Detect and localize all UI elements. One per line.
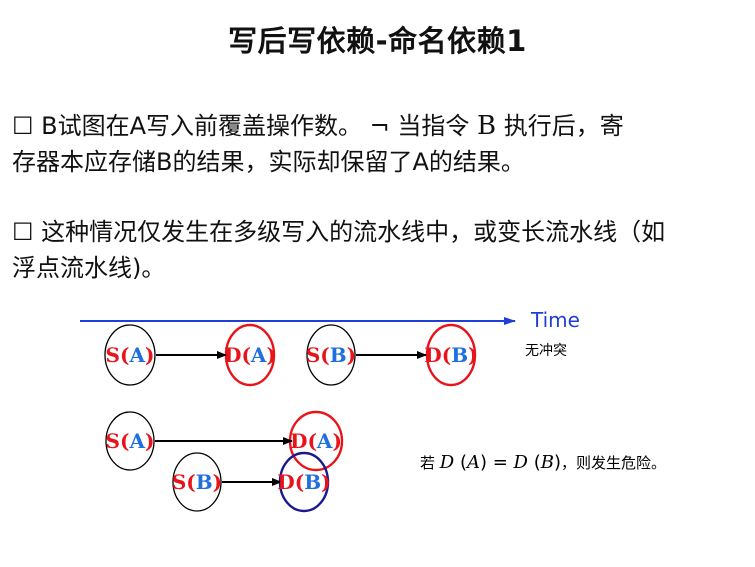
time-label: Time <box>530 308 580 332</box>
stage-label-d-a-2: D(A) <box>290 429 342 453</box>
stage-label-d-b-3: D(B) <box>277 470 330 494</box>
stage-label-s-b-3: S(B) <box>172 470 222 494</box>
hazard-condition-text: 若 D (A) = D (B)，则发生危险。 <box>420 452 666 473</box>
stage-label-s-a: S(A) <box>106 343 155 367</box>
no-conflict-label: 无冲突 <box>525 343 567 359</box>
stage-label-s-a-2: S(A) <box>106 429 155 453</box>
waw-timing-diagram: Time S(A) D(A) S(B) D(B) 无冲突 S(A) D(A) S… <box>80 308 666 513</box>
stage-label-s-b: S(B) <box>306 343 356 367</box>
stage-label-d-a: D(A) <box>224 343 276 367</box>
stage-label-d-b: D(B) <box>424 343 477 367</box>
